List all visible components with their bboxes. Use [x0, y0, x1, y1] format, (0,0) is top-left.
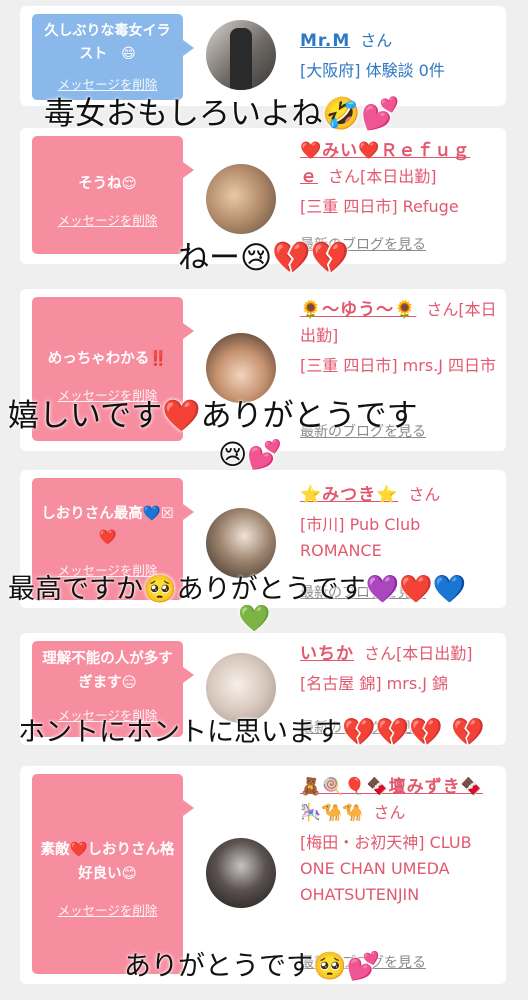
sender-location: [三重 四日市] mrs.J 四日市 [300, 356, 497, 375]
overlay-caption: 毒女おもしろいよね🤣💕 [44, 96, 400, 132]
sender-honorific: さん [373, 803, 406, 822]
delete-message-link[interactable]: メッセージを削除 [40, 900, 175, 919]
sender-location: [名古屋 錦] mrs.J 錦 [300, 674, 449, 693]
avatar[interactable] [206, 20, 276, 90]
avatar[interactable] [206, 838, 276, 908]
message-text: そうね😌 [78, 176, 137, 192]
sender-info: 🧸🍭🎈🍫壇みずき🍫 🎠🐪🐪 さん [梅田・お初天神] CLUB ONE CHAN … [300, 774, 496, 908]
sender-name[interactable]: いちか [300, 644, 354, 664]
message-text: めっちゃわかる‼️ [47, 351, 168, 367]
sender-info: 🌻〜ゆう〜🌻 さん[本日出勤] [三重 四日市] mrs.J 四日市 [300, 297, 497, 379]
overlay-caption: 😢💕 [218, 438, 283, 471]
sender-honorific: さん[本日出勤] [364, 644, 473, 663]
avatar-figure [230, 28, 252, 90]
delete-message-link[interactable]: メッセージを削除 [40, 210, 175, 229]
sender-info: いちか さん[本日出勤] [名古屋 錦] mrs.J 錦 [300, 641, 496, 697]
sender-location: [大阪府] 体験談 0件 [300, 61, 445, 80]
sender-name[interactable]: 🌻〜ゆう〜🌻 [300, 300, 416, 320]
message-text: 素敵❤️しおりさん格好良い😊 [40, 842, 175, 882]
sender-info: ❤️みい❤️Ｒｅｆｕｇｅ さん[本日出勤] [三重 四日市] Refuge [300, 138, 496, 220]
sender-location: [梅田・お初天神] CLUB ONE CHAN UMEDA OHATSUTENJ… [300, 833, 472, 904]
sender-name[interactable]: ⭐みつき⭐ [300, 485, 398, 505]
sender-name-emoji: 🎠🐪🐪 [300, 803, 364, 823]
sender-location: [三重 四日市] Refuge [300, 197, 459, 216]
avatar[interactable] [206, 164, 276, 234]
overlay-caption: ホントにホントに思います💔💔💔 💔 [18, 717, 486, 748]
sender-info: ⭐みつき⭐ さん [市川] Pub Club ROMANCE [300, 482, 496, 564]
message-bubble: そうね😌 メッセージを削除 [32, 136, 194, 254]
message-text: しおりさん最高💙☒❤️ [41, 506, 174, 546]
overlay-caption: 💚 [238, 604, 271, 634]
overlay-caption: ありがとうです🥺💕 [124, 951, 381, 982]
sender-location: [市川] Pub Club ROMANCE [300, 515, 421, 560]
sender-honorific: さん [360, 31, 393, 50]
overlay-caption: ねー😢💔💔 [178, 240, 350, 276]
sender-honorific: さん [408, 485, 441, 504]
sender-honorific: さん[本日出勤] [328, 167, 437, 186]
message-text: 理解不能の人が多すぎます😑 [42, 651, 173, 691]
overlay-caption: 最高ですか🥺ありがとうです💜❤️💙 [8, 574, 467, 605]
message-text: 久しぶりな毒女イラスト 😄 [44, 23, 171, 62]
overlay-caption: 嬉しいです❤️ありがとうです [8, 398, 418, 434]
sender-info: Mr.M さん [大阪府] 体験談 0件 [300, 28, 496, 84]
sender-name[interactable]: 🧸🍭🎈🍫壇みずき🍫 [300, 777, 483, 797]
sender-name[interactable]: Mr.M [300, 31, 350, 51]
